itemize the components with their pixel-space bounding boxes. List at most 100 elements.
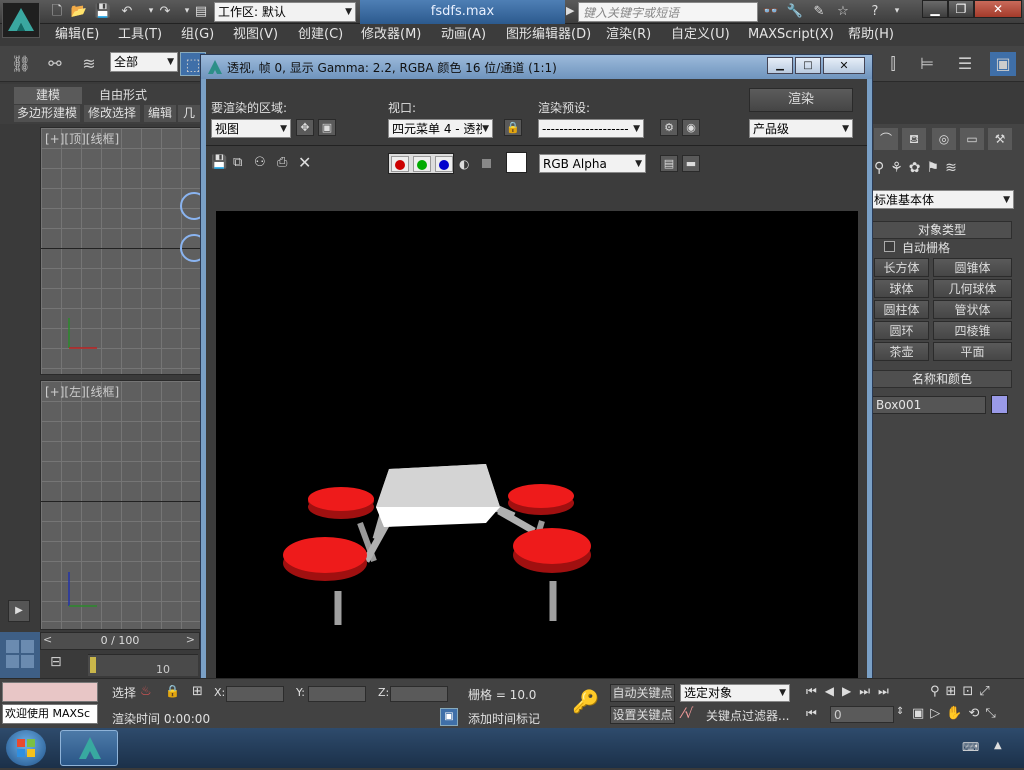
render-canvas[interactable] — [216, 211, 858, 693]
create-category-icons[interactable]: ⚲⚘✿⚑≋ — [874, 160, 1014, 182]
object-name-field[interactable]: Box001 — [872, 396, 986, 414]
ribbon-subtab-poly[interactable]: 多边形建模 — [14, 105, 80, 122]
minimize-button[interactable]: ▁ — [922, 0, 948, 18]
menu-rendering[interactable]: 渲染(R) — [606, 24, 651, 46]
set-key-button[interactable]: 设置关键点 — [610, 706, 675, 724]
save-image-icon[interactable]: 💾 — [211, 155, 227, 170]
teapot-button[interactable]: 茶壶 — [874, 342, 929, 361]
favorites-star-icon[interactable]: ☆ — [834, 3, 852, 20]
hammer-icon[interactable]: ⚒ — [988, 128, 1012, 150]
key-filter-icon[interactable]: ⁄√ — [682, 706, 693, 722]
app-logo-icon[interactable] — [2, 2, 40, 38]
menu-views[interactable]: 视图(V) — [233, 24, 278, 46]
display-tab-icon[interactable]: ◎ — [932, 128, 956, 150]
viewport-label[interactable]: [+][左][线框] — [45, 383, 119, 400]
close-button[interactable]: ✕ — [974, 0, 1022, 18]
primitive-category-dropdown[interactable]: 标准基本体 ▼ — [870, 190, 1014, 209]
swatch-color-box[interactable] — [506, 152, 527, 173]
save-file-icon[interactable]: 💾 — [94, 3, 112, 20]
link-icon[interactable]: ⛓ — [8, 52, 34, 76]
help-icon[interactable]: ? — [866, 3, 884, 20]
copy-image-icon[interactable]: ⧉ — [233, 155, 242, 170]
time-marker[interactable] — [90, 657, 96, 673]
key-mode-dropdown[interactable]: 选定对象 ▼ — [680, 684, 790, 702]
keyboard-tray-icon[interactable]: ⌨ — [962, 740, 979, 754]
object-color-swatch[interactable] — [991, 395, 1008, 414]
geosphere-button[interactable]: 几何球体 — [933, 279, 1012, 298]
project-folder-icon[interactable]: ▤ — [192, 3, 210, 20]
time-tag-icon[interactable]: ▣ — [440, 708, 458, 726]
monochrome-icon[interactable] — [482, 159, 491, 168]
viewport-layout-icon[interactable] — [0, 632, 40, 678]
hierarchy-tab-icon[interactable]: ⌒ — [874, 128, 898, 150]
key-icon[interactable]: 🔑 — [572, 690, 599, 715]
viewport-left[interactable]: [+][左][线框] — [40, 380, 202, 630]
menu-animation[interactable]: 动画(A) — [441, 24, 486, 46]
red-channel-toggle[interactable] — [391, 156, 409, 172]
open-file-icon[interactable]: 📂 — [70, 3, 88, 20]
key-mode-toggle-icon[interactable]: ⏮ — [806, 706, 817, 721]
start-button[interactable] — [6, 730, 46, 766]
viewport-nav-row2[interactable]: ▣▷✋⟲⤡ — [912, 706, 1002, 721]
menu-help[interactable]: 帮助(H) — [848, 24, 894, 46]
ribbon-tab-freeform[interactable]: 自由形式 — [88, 87, 158, 104]
clone-window-icon[interactable]: ⚇ — [254, 155, 266, 170]
maxscript-output[interactable]: 欢迎使用 MAXSc — [2, 704, 98, 724]
search-input[interactable]: 键入关键字或短语 — [578, 2, 758, 22]
z-coordinate-field[interactable] — [390, 686, 448, 702]
motion-tab-icon[interactable]: ⛾ — [902, 128, 926, 150]
menu-modifiers[interactable]: 修改器(M) — [361, 24, 421, 46]
render-maximize-button[interactable]: □ — [795, 57, 821, 74]
taskbar-3dsmax-button[interactable] — [60, 730, 118, 766]
subscription-icon[interactable]: 🔧 — [786, 3, 804, 20]
key-filters-button[interactable]: 关键点过滤器... — [706, 707, 789, 724]
chevron-right-icon[interactable]: ▶ — [566, 4, 574, 17]
environment-effects-icon[interactable]: ◉ — [682, 119, 700, 136]
add-time-tag-button[interactable]: 添加时间标记 — [468, 710, 540, 727]
render-setup-icon[interactable]: ▣ — [990, 52, 1016, 76]
utilities-tab-icon[interactable]: ▭ — [960, 128, 984, 150]
align-icon[interactable]: ⊨ — [914, 52, 940, 76]
render-quality-dropdown[interactable]: 产品级 ▼ — [749, 119, 853, 138]
auto-key-button[interactable]: 自动关键点 — [610, 684, 675, 702]
menu-edit[interactable]: 编辑(E) — [55, 24, 99, 46]
sphere-button[interactable]: 球体 — [874, 279, 929, 298]
play-arrow-icon[interactable]: ▶ — [8, 600, 30, 622]
render-window-titlebar[interactable]: 透视, 帧 0, 显示 Gamma: 2.2, RGBA 颜色 16 位/通道 … — [201, 55, 872, 79]
viewport-nav-row1[interactable]: ⚲⊞⊡⤢ — [930, 684, 996, 699]
menu-group[interactable]: 组(G) — [181, 24, 214, 46]
tray-expand-icon[interactable]: ▲ — [994, 740, 1002, 751]
torus-button[interactable]: 圆环 — [874, 321, 929, 340]
menu-customize[interactable]: 自定义(U) — [671, 24, 730, 46]
time-slider[interactable]: < 0 / 100 > — [40, 632, 200, 650]
communication-icon[interactable]: ✎ — [810, 3, 828, 20]
workspace-dropdown[interactable]: 工作区: 默认 ▼ — [214, 2, 356, 22]
menu-graph-editors[interactable]: 图形编辑器(D) — [506, 24, 591, 46]
pyramid-button[interactable]: 四棱锥 — [933, 321, 1012, 340]
frame-spinner-icon[interactable]: ⇕ — [896, 706, 904, 717]
edit-region-icon[interactable]: ✥ — [296, 119, 314, 136]
menu-create[interactable]: 创建(C) — [298, 24, 343, 46]
render-close-button[interactable]: ✕ — [823, 57, 865, 74]
auto-region-icon[interactable]: ▣ — [318, 119, 336, 136]
viewport-top[interactable]: [+][顶][线框] — [40, 127, 202, 375]
render-setup-icon[interactable]: ⚙ — [660, 119, 678, 136]
blue-channel-toggle[interactable] — [435, 156, 453, 172]
ribbon-subtab-geometry[interactable]: 几 — [178, 105, 200, 122]
cone-button[interactable]: 圆锥体 — [933, 258, 1012, 277]
object-type-header[interactable]: 对象类型 — [872, 221, 1012, 239]
autogrid-checkbox[interactable] — [884, 241, 895, 252]
binoculars-icon[interactable]: 👓 — [762, 3, 780, 20]
undo-icon[interactable]: ↶ — [118, 3, 136, 20]
help-dropdown-icon[interactable]: ▾ — [888, 3, 906, 20]
render-preset-dropdown[interactable]: -------------------- ▼ — [538, 119, 644, 138]
viewport-label[interactable]: [+][顶][线框] — [45, 130, 119, 147]
x-coordinate-field[interactable] — [226, 686, 284, 702]
selection-filter-dropdown[interactable]: 全部 ▼ — [110, 52, 178, 72]
maxscript-mini-listener[interactable] — [2, 682, 98, 702]
toggle-ui-overlay-icon[interactable]: ▤ — [660, 155, 678, 172]
display-channel-dropdown[interactable]: RGB Alpha ▼ — [539, 154, 646, 173]
maximize-button[interactable]: ❐ — [948, 0, 974, 18]
render-area-dropdown[interactable]: 视图 ▼ — [211, 119, 291, 138]
menu-tools[interactable]: 工具(T) — [118, 24, 162, 46]
